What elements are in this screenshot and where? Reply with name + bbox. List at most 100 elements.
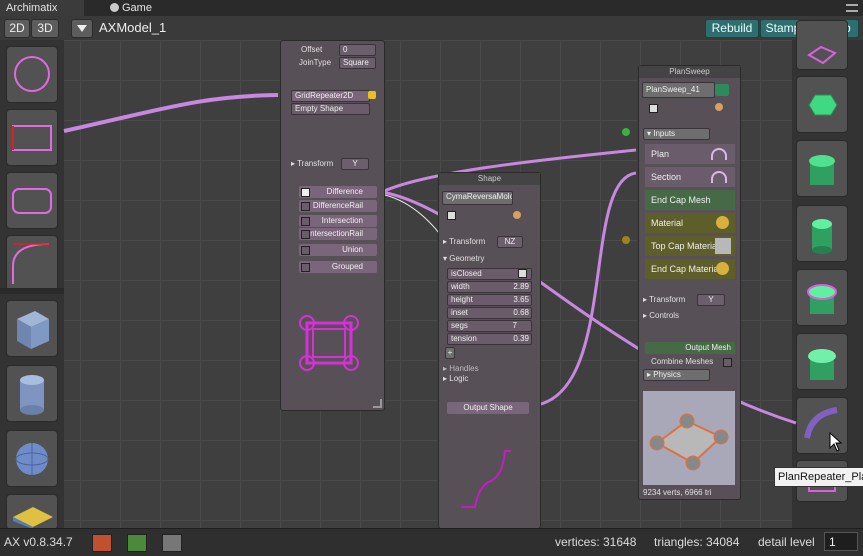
palette-plan-sweep[interactable] xyxy=(796,76,848,133)
grid-shape-preview xyxy=(299,315,359,371)
palette-extrude-cylinder[interactable] xyxy=(796,205,848,262)
material-row[interactable]: Material xyxy=(645,213,735,233)
grouped-checkbox[interactable] xyxy=(301,263,310,272)
cylinder-icon xyxy=(20,375,44,415)
plan-input-row[interactable]: Plan xyxy=(645,144,735,164)
jointype-select[interactable]: Square xyxy=(339,57,376,69)
output-row-intersection[interactable]: Intersection xyxy=(299,215,377,227)
detail-level-input[interactable]: 1 xyxy=(824,532,858,551)
library-icon[interactable] xyxy=(92,534,112,552)
transform-label[interactable]: ▸ Transform xyxy=(291,159,333,168)
inputs-green-port[interactable] xyxy=(622,128,630,136)
plansweep-node[interactable]: PlanSweep PlanSweep_41 ▾ Inputs Plan Sec… xyxy=(638,65,741,500)
palette-fillet-shape[interactable] xyxy=(6,235,58,292)
shape-node-header: Shape xyxy=(439,173,540,185)
output-row-differencerail[interactable]: DifferenceRail xyxy=(299,200,377,212)
offset-input[interactable]: 0 xyxy=(339,44,376,56)
sphere-icon xyxy=(15,443,49,475)
palette-extrude-octagon[interactable] xyxy=(796,140,848,197)
section-arch-icon xyxy=(711,171,727,183)
output-port-yellow[interactable] xyxy=(368,91,376,99)
graph-layout-icon[interactable] xyxy=(162,534,182,552)
export-icon[interactable] xyxy=(127,534,147,552)
tab-archimatix[interactable]: Archimatix xyxy=(0,0,84,16)
view-3d-button[interactable]: 3D xyxy=(31,19,59,38)
rebuild-button[interactable]: Rebuild xyxy=(705,19,759,38)
palette-plate-mesh[interactable] xyxy=(6,494,58,530)
plansweep-mesh-icon xyxy=(715,84,729,96)
grid-repeater-node[interactable]: Offset 0 JoinType Square GridRepeater2D … xyxy=(280,40,385,411)
palette-rounded-rectangle-shape[interactable] xyxy=(6,172,58,229)
logic-toggle[interactable]: ▸ Logic xyxy=(443,374,468,383)
outlined-prism-icon xyxy=(807,284,837,314)
union-checkbox[interactable] xyxy=(301,246,310,255)
detail-level-label: detail level xyxy=(758,535,815,549)
shape-transform-toggle[interactable]: ▸ Transform xyxy=(443,237,485,246)
combine-meshes-checkbox[interactable] xyxy=(723,358,732,367)
model-dropdown-button[interactable] xyxy=(71,19,93,38)
isclosed-checkbox[interactable] xyxy=(518,269,527,278)
shape-transform-axis-select[interactable]: NZ xyxy=(497,236,523,248)
hexagon-mesh-icon xyxy=(808,94,838,116)
plansweep-transform-axis-select[interactable]: Y xyxy=(697,294,725,306)
shape-node[interactable]: Shape CymaReversaMolc ▸ Transform NZ ▾ G… xyxy=(438,172,541,529)
window-tab-bar: Archimatix Game xyxy=(0,0,863,16)
tab-game[interactable]: Game xyxy=(104,0,176,16)
end-cap-material-row[interactable]: End Cap Materia xyxy=(645,259,735,279)
options-gear-icon[interactable] xyxy=(513,211,521,219)
plansweep-enabled-checkbox[interactable] xyxy=(649,104,658,113)
left-palette xyxy=(0,40,64,530)
palette-rectangle-shape[interactable] xyxy=(6,109,58,166)
mouse-cursor-icon xyxy=(829,432,843,452)
empty-shape-slot[interactable]: Empty Shape xyxy=(291,103,370,115)
handles-toggle[interactable]: ▸ Handles xyxy=(443,364,479,373)
transform-axis-select[interactable]: Y xyxy=(341,158,369,170)
geometry-toggle[interactable]: ▾ Geometry xyxy=(443,254,484,263)
palette-circle-shape[interactable] xyxy=(6,46,58,103)
palette-box-mesh[interactable] xyxy=(6,300,58,357)
palette-extrude-tiered[interactable] xyxy=(796,333,848,390)
param-height[interactable]: height 3.65 xyxy=(447,294,532,306)
physics-toggle[interactable]: ▸ Physics xyxy=(643,369,710,381)
output-row-difference[interactable]: Difference xyxy=(299,186,377,198)
tiered-prism-icon xyxy=(808,349,836,380)
param-width[interactable]: width 2.89 xyxy=(447,281,532,293)
param-segs[interactable]: segs 7 xyxy=(447,320,532,332)
plansweep-transform-toggle[interactable]: ▸ Transform xyxy=(643,295,685,304)
palette-extrude-outline[interactable] xyxy=(796,269,848,326)
differencerail-checkbox[interactable] xyxy=(301,202,310,211)
grid-repeater-name-field[interactable]: GridRepeater2D xyxy=(291,90,370,102)
intersectionrail-checkbox[interactable] xyxy=(301,230,310,239)
palette-cylinder-mesh[interactable] xyxy=(6,365,58,422)
output-mesh-port[interactable]: Output Mesh xyxy=(645,342,735,354)
mesh-stats-label: 9234 verts, 6966 tri xyxy=(643,488,712,497)
intersection-checkbox[interactable] xyxy=(301,217,310,226)
difference-checkbox[interactable] xyxy=(301,188,310,197)
view-2d-button[interactable]: 2D xyxy=(4,19,30,38)
palette-sphere-mesh[interactable] xyxy=(6,430,58,487)
material-sphere-icon xyxy=(716,216,729,229)
shape-enabled-checkbox[interactable] xyxy=(447,211,456,220)
controls-toggle[interactable]: ▸ Controls xyxy=(643,311,679,320)
output-row-intersectionrail[interactable]: IntersectionRail xyxy=(299,228,377,240)
output-row-union[interactable]: Union xyxy=(299,244,377,256)
triangles-count: triangles: 34084 xyxy=(654,535,740,549)
section-input-row[interactable]: Section xyxy=(645,167,735,187)
end-cap-mesh-row[interactable]: End Cap Mesh xyxy=(645,190,735,210)
top-cap-material-row[interactable]: Top Cap Materia xyxy=(645,236,735,256)
plansweep-name-field[interactable]: PlanSweep_41 xyxy=(642,82,715,98)
add-param-button[interactable]: + xyxy=(445,347,455,359)
shape-name-field[interactable]: CymaReversaMolc xyxy=(442,191,513,205)
output-shape-port[interactable]: Output Shape xyxy=(447,402,529,414)
param-inset[interactable]: inset 0.68 xyxy=(447,307,532,319)
plansweep-options-gear-icon[interactable] xyxy=(715,103,723,111)
material-yellow-port[interactable] xyxy=(622,236,630,244)
palette-plan-item-top[interactable] xyxy=(796,20,848,70)
inputs-toggle[interactable]: ▾ Inputs xyxy=(643,128,710,140)
param-tension[interactable]: tension 0.39 xyxy=(447,333,532,345)
palette-splitter[interactable] xyxy=(0,288,64,294)
panel-menu-icon[interactable] xyxy=(846,4,858,12)
output-row-grouped[interactable]: Grouped xyxy=(299,261,377,273)
resize-handle-icon[interactable] xyxy=(373,399,382,408)
texture-thumbnail-icon xyxy=(715,238,731,254)
